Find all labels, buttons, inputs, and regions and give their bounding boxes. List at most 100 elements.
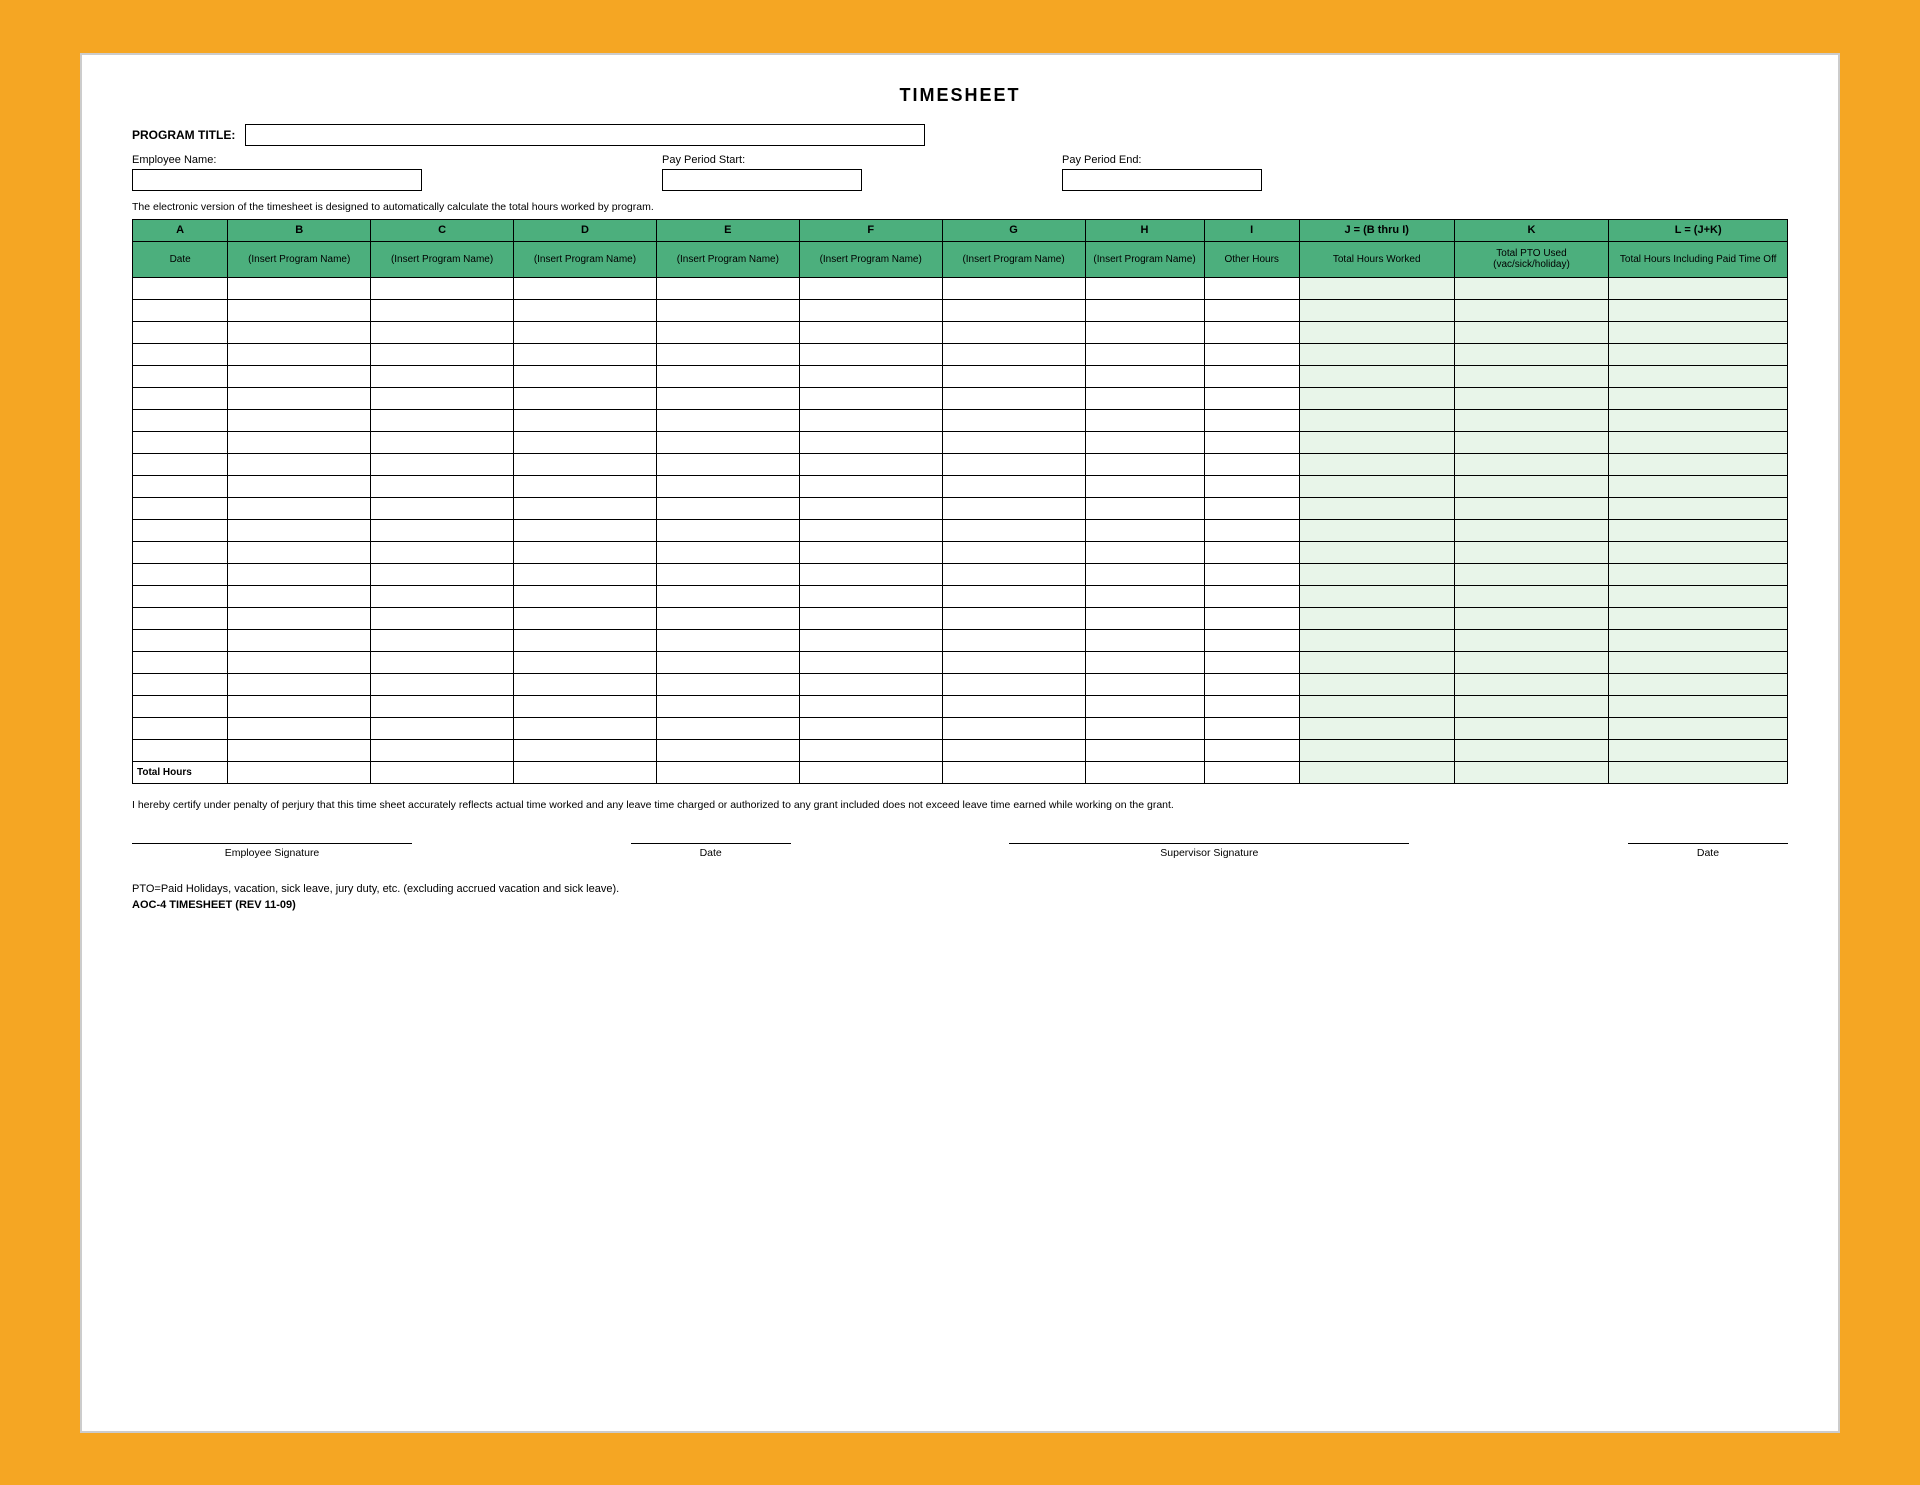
table-cell[interactable] bbox=[1299, 475, 1454, 497]
table-cell[interactable] bbox=[133, 519, 228, 541]
table-cell[interactable] bbox=[1204, 343, 1299, 365]
table-cell[interactable] bbox=[1204, 695, 1299, 717]
table-cell[interactable] bbox=[1609, 299, 1788, 321]
table-cell[interactable] bbox=[942, 365, 1085, 387]
table-cell[interactable] bbox=[514, 651, 657, 673]
table-cell[interactable] bbox=[514, 453, 657, 475]
table-cell[interactable] bbox=[1204, 739, 1299, 761]
table-cell[interactable] bbox=[1299, 651, 1454, 673]
table-cell[interactable] bbox=[1609, 563, 1788, 585]
table-cell[interactable] bbox=[799, 695, 942, 717]
table-cell[interactable] bbox=[799, 739, 942, 761]
table-cell[interactable] bbox=[1454, 365, 1609, 387]
table-cell[interactable] bbox=[228, 673, 371, 695]
table-cell[interactable] bbox=[1085, 387, 1204, 409]
table-cell[interactable] bbox=[514, 673, 657, 695]
table-cell[interactable] bbox=[514, 321, 657, 343]
table-cell[interactable] bbox=[371, 563, 514, 585]
table-cell[interactable] bbox=[228, 541, 371, 563]
table-cell[interactable] bbox=[1204, 717, 1299, 739]
table-cell[interactable] bbox=[1204, 321, 1299, 343]
table-cell[interactable] bbox=[514, 607, 657, 629]
table-cell[interactable] bbox=[1609, 343, 1788, 365]
table-cell[interactable] bbox=[656, 607, 799, 629]
table-cell[interactable] bbox=[1609, 541, 1788, 563]
table-cell[interactable] bbox=[1454, 717, 1609, 739]
table-cell[interactable] bbox=[133, 277, 228, 299]
table-cell[interactable] bbox=[942, 695, 1085, 717]
table-cell[interactable] bbox=[656, 585, 799, 607]
table-cell[interactable] bbox=[942, 343, 1085, 365]
table-cell[interactable] bbox=[514, 365, 657, 387]
table-cell[interactable] bbox=[133, 673, 228, 695]
table-cell[interactable] bbox=[1299, 563, 1454, 585]
table-cell[interactable] bbox=[1085, 541, 1204, 563]
table-cell[interactable] bbox=[1454, 739, 1609, 761]
table-cell[interactable] bbox=[942, 541, 1085, 563]
table-cell[interactable] bbox=[942, 409, 1085, 431]
table-cell[interactable] bbox=[799, 431, 942, 453]
table-cell[interactable] bbox=[656, 717, 799, 739]
pay-period-end-input[interactable] bbox=[1062, 169, 1262, 191]
table-cell[interactable] bbox=[656, 695, 799, 717]
table-cell[interactable] bbox=[1204, 453, 1299, 475]
table-cell[interactable] bbox=[371, 651, 514, 673]
table-cell[interactable] bbox=[371, 541, 514, 563]
table-cell[interactable] bbox=[1085, 475, 1204, 497]
table-cell[interactable] bbox=[1204, 541, 1299, 563]
table-cell[interactable] bbox=[1454, 299, 1609, 321]
employee-name-input[interactable] bbox=[132, 169, 422, 191]
table-cell[interactable] bbox=[1454, 453, 1609, 475]
table-cell[interactable] bbox=[799, 563, 942, 585]
table-cell[interactable] bbox=[799, 497, 942, 519]
table-cell[interactable] bbox=[371, 365, 514, 387]
table-cell[interactable] bbox=[1609, 409, 1788, 431]
table-cell[interactable] bbox=[514, 717, 657, 739]
table-cell[interactable] bbox=[1299, 585, 1454, 607]
table-cell[interactable] bbox=[1454, 343, 1609, 365]
table-cell[interactable] bbox=[656, 453, 799, 475]
table-cell[interactable] bbox=[799, 541, 942, 563]
table-cell[interactable] bbox=[514, 431, 657, 453]
table-cell[interactable] bbox=[371, 431, 514, 453]
table-cell[interactable] bbox=[1085, 321, 1204, 343]
table-cell[interactable] bbox=[799, 387, 942, 409]
table-cell[interactable] bbox=[1299, 277, 1454, 299]
table-cell[interactable] bbox=[514, 343, 657, 365]
table-cell[interactable] bbox=[228, 409, 371, 431]
table-cell[interactable] bbox=[1204, 409, 1299, 431]
table-cell[interactable] bbox=[1609, 387, 1788, 409]
table-cell[interactable] bbox=[133, 695, 228, 717]
table-cell[interactable] bbox=[1204, 475, 1299, 497]
table-cell[interactable] bbox=[1609, 607, 1788, 629]
table-cell[interactable] bbox=[1204, 277, 1299, 299]
table-cell[interactable] bbox=[656, 629, 799, 651]
table-cell[interactable] bbox=[133, 365, 228, 387]
table-cell[interactable] bbox=[1299, 343, 1454, 365]
table-cell[interactable] bbox=[942, 453, 1085, 475]
table-cell[interactable] bbox=[1299, 629, 1454, 651]
table-cell[interactable] bbox=[942, 629, 1085, 651]
table-cell[interactable] bbox=[1609, 475, 1788, 497]
table-cell[interactable] bbox=[1299, 387, 1454, 409]
table-cell[interactable] bbox=[1085, 651, 1204, 673]
table-cell[interactable] bbox=[656, 673, 799, 695]
table-cell[interactable] bbox=[1609, 739, 1788, 761]
table-cell[interactable] bbox=[133, 475, 228, 497]
table-cell[interactable] bbox=[1609, 321, 1788, 343]
table-cell[interactable] bbox=[799, 453, 942, 475]
table-cell[interactable] bbox=[799, 607, 942, 629]
table-cell[interactable] bbox=[1299, 409, 1454, 431]
table-cell[interactable] bbox=[1609, 717, 1788, 739]
table-cell[interactable] bbox=[371, 739, 514, 761]
table-cell[interactable] bbox=[514, 629, 657, 651]
table-cell[interactable] bbox=[942, 673, 1085, 695]
table-cell[interactable] bbox=[514, 299, 657, 321]
table-cell[interactable] bbox=[656, 409, 799, 431]
table-cell[interactable] bbox=[799, 409, 942, 431]
table-cell[interactable] bbox=[371, 607, 514, 629]
table-cell[interactable] bbox=[1085, 563, 1204, 585]
table-cell[interactable] bbox=[656, 563, 799, 585]
table-cell[interactable] bbox=[371, 453, 514, 475]
table-cell[interactable] bbox=[1454, 629, 1609, 651]
